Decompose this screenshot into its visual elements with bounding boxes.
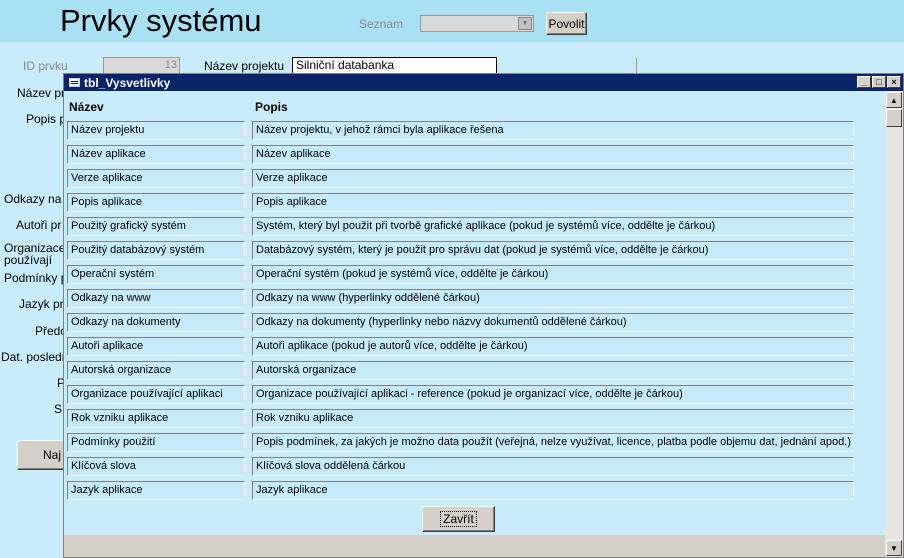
form-label-podminky: Podmínky p xyxy=(4,271,68,285)
tbl-vysvetlivky-window: tbl_Vysvetlivky _ □ × Název Popis Název … xyxy=(63,73,904,558)
popis-field[interactable]: Databázový systém, který je použit pro s… xyxy=(252,241,854,260)
popis-field[interactable]: Popis aplikace xyxy=(252,193,854,212)
table-row: Použitý grafický systém Systém, který by… xyxy=(64,217,885,236)
scroll-down-icon[interactable]: ▼ xyxy=(886,540,902,556)
table-row: Odkazy na dokumenty Odkazy na dokumenty … xyxy=(64,313,885,332)
nazev-field[interactable]: Podmínky použití xyxy=(67,433,245,452)
seznam-label: Seznam xyxy=(359,17,404,31)
table-icon xyxy=(69,78,80,87)
popis-field[interactable]: Operační systém (pokud je systémů více, … xyxy=(252,265,854,284)
popis-field[interactable]: Organizace používající aplikaci - refere… xyxy=(252,385,854,404)
popis-field[interactable]: Autorská organizace xyxy=(252,361,854,380)
popis-field[interactable]: Název projektu, v jehož rámci byla aplik… xyxy=(252,121,854,140)
povolit-button[interactable]: Povolit xyxy=(546,12,587,35)
column-header-popis: Popis xyxy=(255,100,288,114)
window-titlebar[interactable]: tbl_Vysvetlivky xyxy=(64,74,903,91)
zavrit-label: Zavřít xyxy=(440,511,477,527)
form-title: Prvky systému xyxy=(60,3,262,38)
chevron-down-icon[interactable]: ▼ xyxy=(518,17,532,30)
zavrit-button[interactable]: Zavřít xyxy=(422,506,495,532)
popis-field[interactable]: Verze aplikace xyxy=(252,169,854,188)
popis-field[interactable]: Rok vzniku aplikace xyxy=(252,409,854,428)
nazev-field[interactable]: Operační systém xyxy=(67,265,245,284)
popis-field[interactable]: Odkazy na www (hyperlinky oddělené čárko… xyxy=(252,289,854,308)
nazev-field[interactable]: Autorská organizace xyxy=(67,361,245,380)
table-row: Autoři aplikace Autoři aplikace (pokud j… xyxy=(64,337,885,356)
scroll-up-icon[interactable]: ▲ xyxy=(886,92,902,108)
nazev-projektu-field[interactable]: Silniční databanka xyxy=(292,57,497,74)
nazev-field[interactable]: Jazyk aplikace xyxy=(67,481,245,500)
nazev-field[interactable]: Odkazy na dokumenty xyxy=(67,313,245,332)
window-title: tbl_Vysvetlivky xyxy=(84,75,171,90)
popis-field[interactable]: Název aplikace xyxy=(252,145,854,164)
nazev-field[interactable]: Název projektu xyxy=(67,121,245,140)
table-row: Klíčová slova Klíčová slova oddělená čár… xyxy=(64,457,885,476)
nazev-field[interactable]: Použitý grafický systém xyxy=(67,217,245,236)
nazev-field[interactable]: Rok vzniku aplikace xyxy=(67,409,245,428)
nazev-field[interactable]: Popis aplikace xyxy=(67,193,245,212)
popis-field[interactable]: Odkazy na dokumenty (hyperlinky nebo náz… xyxy=(252,313,854,332)
window-controls: _ □ × xyxy=(857,76,901,88)
table-row: Popis aplikace Popis aplikace xyxy=(64,193,885,212)
maximize-icon[interactable]: □ xyxy=(872,76,886,88)
nazev-field[interactable]: Organizace používající aplikaci xyxy=(67,385,245,404)
seznam-combobox[interactable]: ▼ xyxy=(420,15,534,32)
table-row: Rok vzniku aplikace Rok vzniku aplikace xyxy=(64,409,885,428)
form-divider xyxy=(636,58,637,74)
table-row: Autorská organizace Autorská organizace xyxy=(64,361,885,380)
form-label-popis: Popis p xyxy=(26,112,67,126)
nazev-projektu-label: Název projektu xyxy=(204,59,285,73)
table-row: Odkazy na www Odkazy na www (hyperlinky … xyxy=(64,289,885,308)
form-label-jazyk: Jazyk pr xyxy=(19,297,64,311)
table-row: Organizace používající aplikaci Organiza… xyxy=(64,385,885,404)
table-row: Jazyk aplikace Jazyk aplikace xyxy=(64,481,885,500)
popis-field[interactable]: Popis podmínek, za jakých je možno data … xyxy=(252,433,854,452)
close-icon[interactable]: × xyxy=(887,76,901,88)
id-label: ID prvku xyxy=(23,59,68,73)
form-label-autori: Autoři pr xyxy=(16,218,62,232)
nazev-field[interactable]: Verze aplikace xyxy=(67,169,245,188)
nazev-field[interactable]: Klíčová slova xyxy=(67,457,245,476)
dialog-footer xyxy=(64,535,885,557)
popis-field[interactable]: Autoři aplikace (pokud je autorů více, o… xyxy=(252,337,854,356)
table-row: Podmínky použití Popis podmínek, za jaký… xyxy=(64,433,885,452)
form-label-datum: Dat. posledn xyxy=(1,350,69,364)
table-row: Verze aplikace Verze aplikace xyxy=(64,169,885,188)
form-label-predchozi: Předc xyxy=(35,324,67,338)
popis-field[interactable]: Klíčová slova oddělená čárkou xyxy=(252,457,854,476)
najit-button[interactable]: Naj xyxy=(17,440,67,470)
form-label-pouzivajici: používají xyxy=(4,253,53,267)
form-label-s: S xyxy=(54,402,63,416)
scroll-thumb[interactable] xyxy=(886,109,902,127)
nazev-field[interactable]: Autoři aplikace xyxy=(67,337,245,356)
table-row: Použitý databázový systém Databázový sys… xyxy=(64,241,885,260)
table-row: Operační systém Operační systém (pokud j… xyxy=(64,265,885,284)
popis-field[interactable]: Systém, který byl použit při tvorbě graf… xyxy=(252,217,854,236)
column-header-nazev: Název xyxy=(69,100,104,114)
id-field[interactable]: 13 xyxy=(103,57,180,74)
minimize-icon[interactable]: _ xyxy=(857,76,871,88)
table-row: Název projektu Název projektu, v jehož r… xyxy=(64,121,885,140)
dialog-content: Název Popis Název projektu Název projekt… xyxy=(64,91,885,535)
form-label-nazev: Název pr xyxy=(17,86,66,100)
nazev-field[interactable]: Název aplikace xyxy=(67,145,245,164)
popis-field[interactable]: Jazyk aplikace xyxy=(252,481,854,500)
table-row: Název aplikace Název aplikace xyxy=(64,145,885,164)
nazev-field[interactable]: Odkazy na www xyxy=(67,289,245,308)
nazev-field[interactable]: Použitý databázový systém xyxy=(67,241,245,260)
vertical-scrollbar[interactable]: ▲ ▼ xyxy=(885,91,903,557)
